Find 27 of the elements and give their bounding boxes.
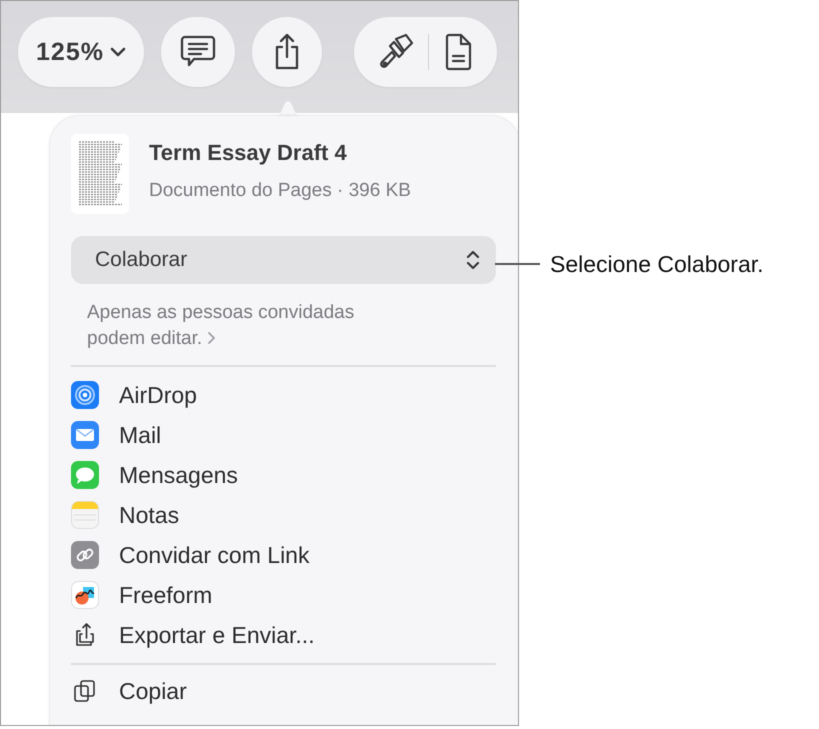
speech-bubble-icon — [71, 461, 99, 489]
chain-link-icon — [71, 541, 99, 569]
chevron-down-icon — [110, 47, 126, 57]
document-icon[interactable] — [443, 33, 473, 71]
callout-text: Selecione Colaborar. — [550, 250, 764, 278]
freeform-app-icon — [71, 581, 99, 609]
zoom-button[interactable]: 125% — [18, 17, 144, 87]
permission-link[interactable]: Apenas as pessoas convidadas podem editar. — [87, 300, 387, 352]
paintbrush-icon[interactable] — [378, 33, 414, 71]
chevron-right-icon — [207, 331, 216, 345]
share-option[interactable]: Freeform — [71, 575, 496, 615]
leader-line — [495, 263, 540, 265]
up-down-chevron-icon — [466, 249, 480, 271]
share-option[interactable]: Copiar — [71, 671, 496, 711]
share-option[interactable]: Notas — [71, 495, 496, 535]
notepad-icon — [71, 501, 99, 529]
collaborate-popup[interactable]: Colaborar — [71, 236, 496, 284]
zoom-value: 125% — [36, 38, 104, 66]
share-option[interactable]: AirDrop — [71, 375, 496, 415]
share-option[interactable]: Exportar e Enviar... — [71, 615, 496, 655]
share-option[interactable]: Mensagens — [71, 455, 496, 495]
document-title: Term Essay Draft 4 — [149, 140, 348, 166]
document-info: Documento do Pages · 396 KB — [149, 180, 411, 202]
share-option[interactable]: Convidar com Link — [71, 535, 496, 575]
share-option[interactable]: Mail — [71, 415, 496, 455]
envelope-icon — [71, 421, 99, 449]
airdrop-icon — [71, 381, 99, 409]
